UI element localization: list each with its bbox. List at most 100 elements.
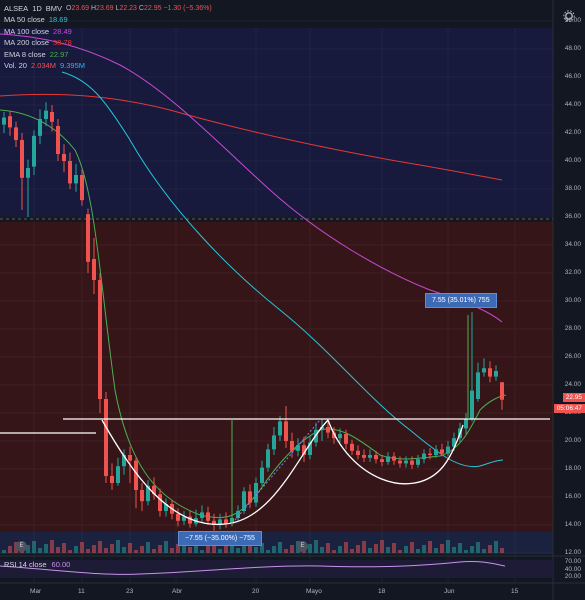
volume-bar — [380, 540, 384, 553]
indicator-ema8[interactable]: EMA 8 close 22.97 — [4, 49, 212, 60]
interval-label[interactable]: 1D — [32, 3, 42, 14]
candle-body — [44, 110, 48, 119]
candle-body — [104, 399, 108, 476]
ohlc-values: O23.69 H23.69 L22.23 C22.95 −1.30 (−5.36… — [66, 5, 212, 12]
volume-bar — [410, 542, 414, 553]
time-tick: 11 — [78, 588, 85, 595]
indicator-volume[interactable]: Vol. 20 2.034M 9.395M — [4, 60, 212, 71]
volume-bar — [416, 549, 420, 553]
candle-body — [326, 427, 330, 433]
price-tick: 44.00 — [564, 101, 581, 108]
volume-bar — [116, 540, 120, 553]
candle-body — [242, 491, 246, 511]
candle-body — [368, 455, 372, 458]
price-tick: 50.00 — [564, 17, 581, 24]
volume-bar — [92, 545, 96, 553]
candle-body — [338, 434, 342, 439]
volume-bar — [110, 544, 114, 553]
candle-body — [410, 460, 414, 465]
candle-body — [464, 418, 468, 429]
candle-body — [140, 490, 144, 502]
price-tick: 48.00 — [564, 45, 581, 52]
candle-body — [8, 116, 12, 128]
candle-body — [476, 372, 480, 399]
volume-bar — [422, 545, 426, 553]
candle-body — [416, 459, 420, 465]
symbol-name[interactable]: ALSEA — [4, 3, 28, 14]
price-chart[interactable] — [0, 0, 585, 600]
candle-body — [494, 371, 498, 377]
price-tick: 34.00 — [564, 241, 581, 248]
candle-body — [272, 435, 276, 450]
rsi-tick: 70.00 — [564, 558, 581, 565]
price-tick: 14.00 — [564, 521, 581, 528]
volume-bar — [458, 543, 462, 553]
candle-body — [290, 441, 294, 451]
price-tick: 46.00 — [564, 73, 581, 80]
indicator-ma50[interactable]: MA 50 close 18.69 — [4, 14, 212, 25]
volume-bar — [350, 549, 354, 553]
candle-body — [92, 259, 96, 280]
volume-bar — [32, 541, 36, 553]
candle-body — [20, 140, 24, 178]
candle-body — [224, 519, 228, 524]
time-tick: Abr — [172, 588, 183, 595]
volume-bar — [8, 546, 12, 553]
candle-body — [374, 455, 378, 460]
volume-bar — [134, 550, 138, 553]
price-tick: 12.00 — [564, 549, 581, 556]
earnings-marker-2[interactable]: E — [297, 541, 308, 552]
earnings-marker-1[interactable]: E — [16, 541, 27, 552]
volume-bar — [392, 543, 396, 553]
volume-bar — [50, 540, 54, 553]
price-tick: 42.00 — [564, 129, 581, 136]
rise-measure-label[interactable]: 7.55 (35.01%) 755 — [425, 293, 497, 308]
price-tick: 24.00 — [564, 381, 581, 388]
volume-bar — [500, 548, 504, 553]
volume-bar — [68, 550, 72, 553]
candle-body — [74, 175, 78, 184]
candle-body — [56, 126, 60, 154]
volume-bar — [320, 547, 324, 553]
volume-bar — [362, 541, 366, 553]
candle-body — [344, 434, 348, 444]
indicator-ma100[interactable]: MA 100 close 28.49 — [4, 26, 212, 37]
candle-body — [68, 161, 72, 184]
candle-body — [440, 449, 444, 454]
volume-bar — [254, 547, 258, 553]
price-tick: 26.00 — [564, 353, 581, 360]
price-tick: 36.00 — [564, 213, 581, 220]
volume-bar — [98, 541, 102, 553]
volume-bar — [224, 545, 228, 553]
price-tick: 32.00 — [564, 269, 581, 276]
candle-body — [434, 449, 438, 455]
candle-body — [200, 512, 204, 518]
indicator-ma200[interactable]: MA 200 close 38.78 — [4, 37, 212, 48]
volume-bar — [206, 546, 210, 553]
candle-body — [500, 382, 504, 400]
volume-bar — [218, 549, 222, 553]
volume-bar — [74, 546, 78, 553]
volume-bar — [404, 546, 408, 553]
countdown-tag: 05:06:47 — [553, 404, 585, 413]
candle-body — [50, 112, 54, 122]
candle-body — [110, 476, 114, 483]
candle-body — [26, 168, 30, 178]
candle-body — [446, 446, 450, 454]
rsi-legend[interactable]: RSI 14 close 60.00 — [4, 560, 70, 569]
volume-bar — [152, 549, 156, 553]
fall-measure-label[interactable]: −7.55 (−35.00%) −755 — [178, 531, 262, 546]
candle-body — [266, 449, 270, 468]
price-tick: 40.00 — [564, 157, 581, 164]
volume-bar — [398, 550, 402, 553]
volume-bar — [326, 543, 330, 553]
rsi-tick: 40.00 — [564, 566, 581, 573]
volume-bar — [62, 543, 66, 553]
volume-bar — [494, 541, 498, 553]
volume-bar — [272, 546, 276, 553]
symbol-header[interactable]: ALSEA 1D BMV O23.69 H23.69 L22.23 C22.95… — [4, 3, 212, 14]
volume-bar — [170, 548, 174, 553]
volume-bar — [38, 548, 42, 553]
candle-body — [176, 513, 180, 521]
volume-bar — [104, 548, 108, 553]
